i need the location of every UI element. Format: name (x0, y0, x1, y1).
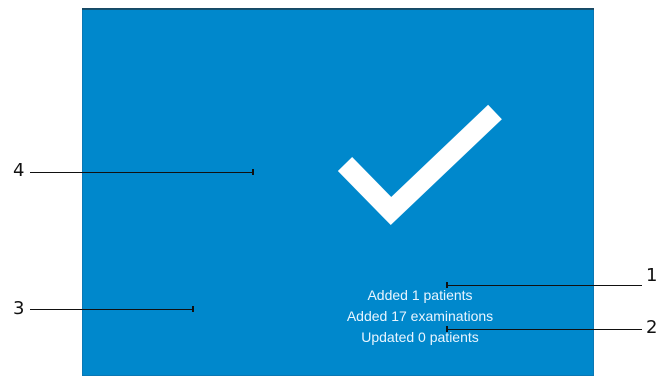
added-patients-message: Added 1 patients (367, 287, 473, 303)
callout-4-marker (252, 169, 254, 175)
callout-2-label: 2 (646, 317, 658, 338)
callout-2-leader (448, 329, 642, 330)
window-edge (82, 8, 594, 10)
callout-3-label: 3 (13, 298, 25, 319)
updated-patients-message: Updated 0 patients (361, 329, 479, 345)
callout-3-marker (192, 306, 194, 312)
callout-1-label: 1 (646, 265, 658, 286)
callout-3-leader (30, 309, 193, 310)
callout-4-leader (30, 172, 254, 173)
import-summary: Added 1 patients Added 17 examinations U… (268, 285, 572, 348)
annotated-screenshot: Added 1 patients Added 17 examinations U… (0, 0, 658, 378)
callout-4-label: 4 (13, 160, 25, 181)
checkmark-icon (337, 104, 502, 226)
import-success-dialog: Added 1 patients Added 17 examinations U… (82, 8, 594, 376)
added-examinations-message: Added 17 examinations (346, 308, 494, 324)
callout-1-leader (448, 285, 642, 286)
